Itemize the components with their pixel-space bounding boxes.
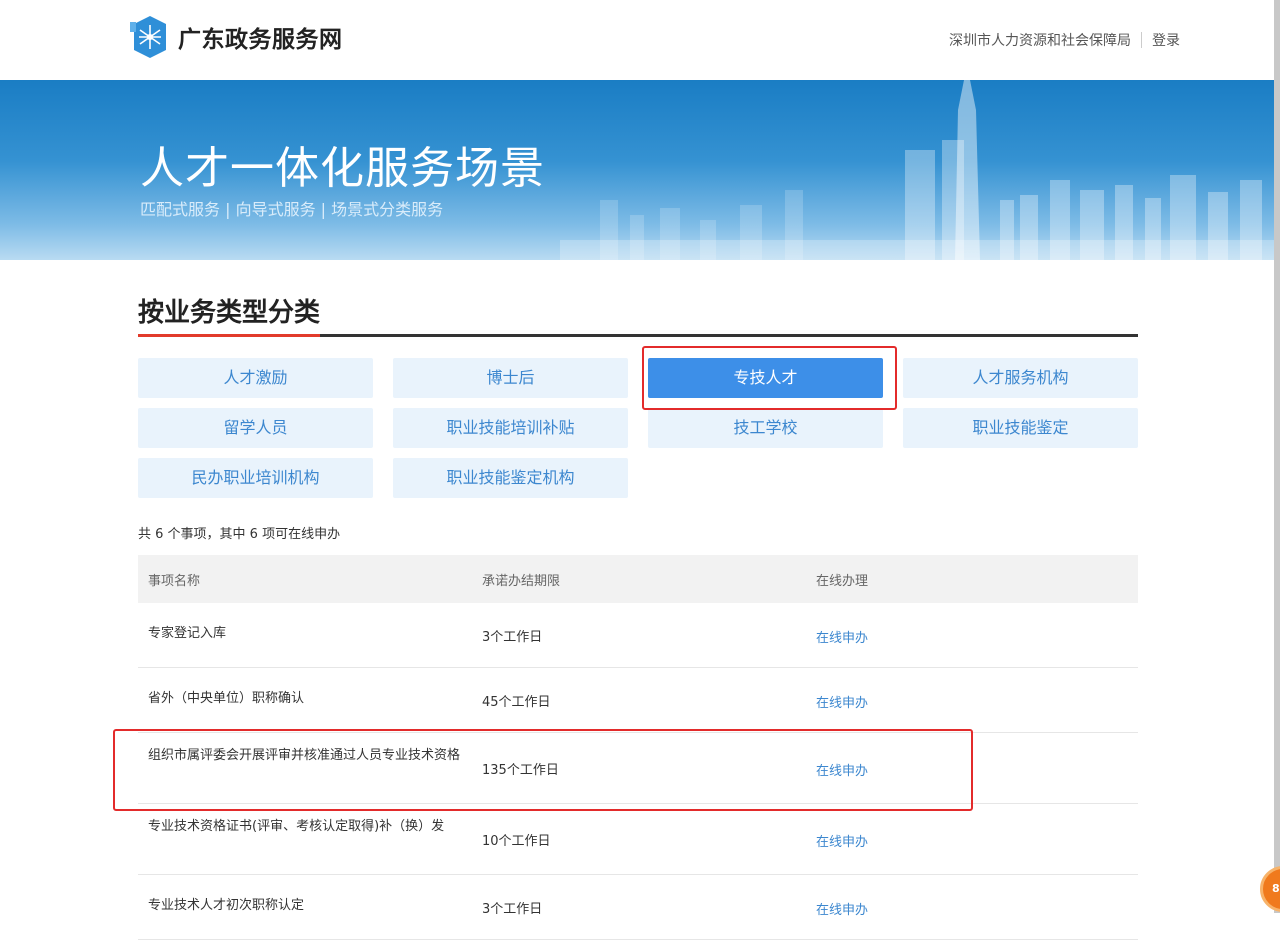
items-summary: 共 6 个事项，其中 6 项可在线申办 bbox=[138, 527, 341, 542]
table-header: 事项名称 承诺办结期限 在线办理 bbox=[138, 555, 1138, 603]
login-link[interactable]: 登录 bbox=[1152, 30, 1180, 50]
category-overseas-returnees[interactable]: 留学人员 bbox=[138, 408, 373, 448]
category-skill-training-subsidy[interactable]: 职业技能培训补贴 bbox=[393, 408, 628, 448]
online-apply-link[interactable]: 在线申办 bbox=[816, 692, 868, 711]
item-limit: 10个工作日 bbox=[482, 834, 551, 849]
page-scrollbar[interactable] bbox=[1274, 0, 1280, 913]
section-title: 按业务类型分类 bbox=[138, 298, 321, 328]
category-skill-appraisal[interactable]: 职业技能鉴定 bbox=[903, 408, 1138, 448]
logo-icon bbox=[130, 16, 166, 58]
section-divider bbox=[138, 334, 1138, 337]
item-limit: 3个工作日 bbox=[482, 902, 543, 917]
site-title: 广东政务服务网 bbox=[178, 27, 343, 53]
floating-badge[interactable]: 84 bbox=[1260, 866, 1280, 912]
category-talent-service-agency[interactable]: 人才服务机构 bbox=[903, 358, 1138, 398]
item-name: 专业技术人才初次职称认定 bbox=[148, 898, 305, 913]
highlight-box-row bbox=[113, 729, 973, 811]
table-row: 专业技术人才初次职称认定 3个工作日 在线申办 bbox=[138, 875, 1138, 940]
site-logo[interactable]: 广东政务服务网 bbox=[130, 16, 343, 58]
table-row: 省外（中央单位）职称确认 45个工作日 在线申办 bbox=[138, 668, 1138, 733]
category-skill-appraisal-agency[interactable]: 职业技能鉴定机构 bbox=[393, 458, 628, 498]
online-apply-link[interactable]: 在线申办 bbox=[816, 831, 868, 850]
highlight-box-category bbox=[642, 346, 897, 410]
banner-subtitle: 匹配式服务 | 向导式服务 | 场景式分类服务 bbox=[140, 200, 444, 219]
scrollbar-thumb[interactable] bbox=[1274, 0, 1280, 913]
site-header: 广东政务服务网 深圳市人力资源和社会保障局 登录 bbox=[0, 0, 1274, 80]
section-divider-accent bbox=[138, 334, 320, 337]
table-row: 专家登记入库 3个工作日 在线申办 bbox=[138, 603, 1138, 668]
column-header-online: 在线办理 bbox=[816, 574, 869, 589]
category-private-training-agency[interactable]: 民办职业培训机构 bbox=[138, 458, 373, 498]
category-postdoc[interactable]: 博士后 bbox=[393, 358, 628, 398]
online-apply-link[interactable]: 在线申办 bbox=[816, 899, 868, 918]
item-name: 省外（中央单位）职称确认 bbox=[148, 691, 305, 706]
hero-banner: 人才一体化服务场景 匹配式服务 | 向导式服务 | 场景式分类服务 bbox=[0, 80, 1274, 260]
table-row: 专业技术资格证书(评审、考核认定取得)补（换）发 10个工作日 在线申办 bbox=[138, 804, 1138, 875]
column-header-name: 事项名称 bbox=[148, 574, 201, 589]
header-links: 深圳市人力资源和社会保障局 登录 bbox=[949, 30, 1180, 50]
online-apply-link[interactable]: 在线申办 bbox=[816, 627, 868, 646]
banner-title: 人才一体化服务场景 bbox=[140, 143, 545, 194]
city-skyline-illustration bbox=[560, 80, 1274, 260]
item-limit: 3个工作日 bbox=[482, 630, 543, 645]
column-header-limit: 承诺办结期限 bbox=[482, 574, 561, 589]
category-technical-school[interactable]: 技工学校 bbox=[648, 408, 883, 448]
item-name: 专家登记入库 bbox=[148, 626, 227, 641]
item-name: 专业技术资格证书(评审、考核认定取得)补（换）发 bbox=[148, 819, 445, 834]
category-talent-incentive[interactable]: 人才激励 bbox=[138, 358, 373, 398]
org-link[interactable]: 深圳市人力资源和社会保障局 bbox=[949, 30, 1131, 50]
item-limit: 45个工作日 bbox=[482, 695, 551, 710]
header-divider bbox=[1141, 32, 1142, 48]
